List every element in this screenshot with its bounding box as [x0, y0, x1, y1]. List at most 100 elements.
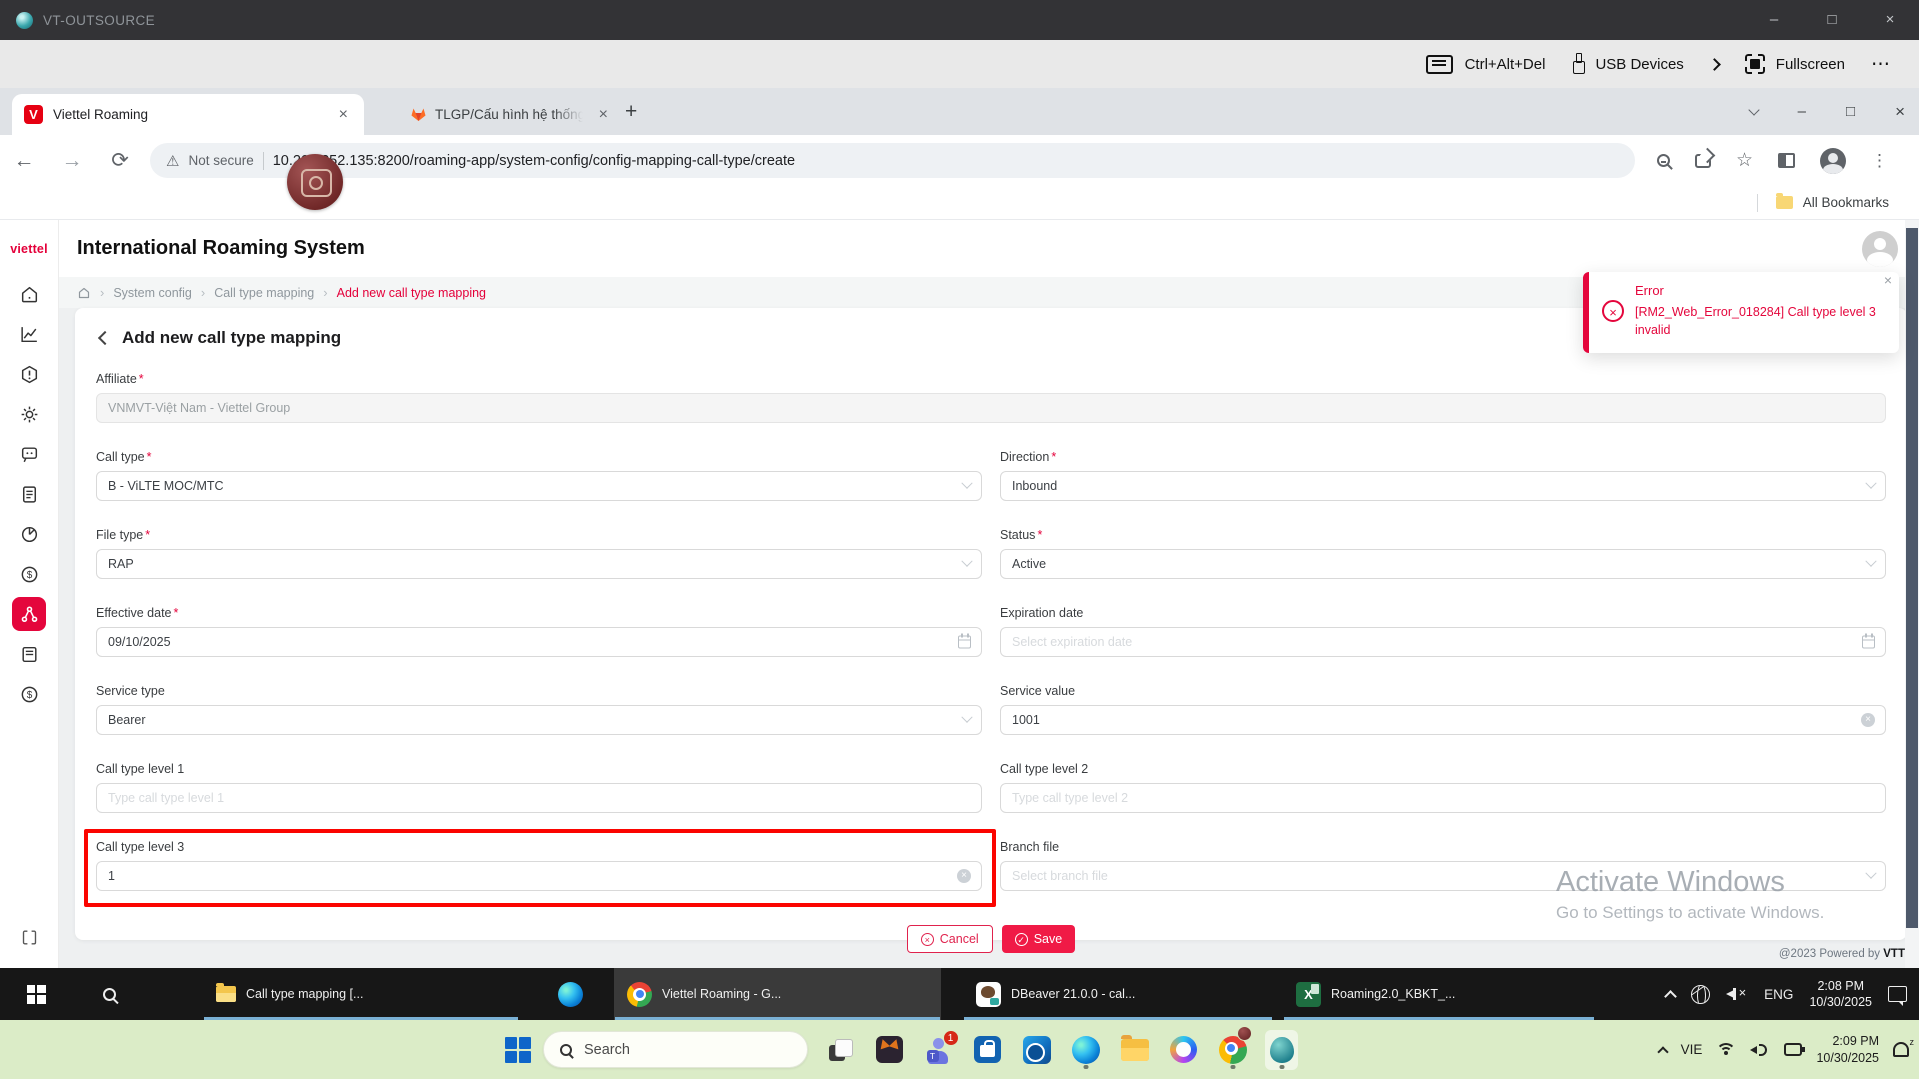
breadcrumb-call-type-mapping[interactable]: Call type mapping — [214, 286, 314, 300]
usb-devices-button[interactable]: USB Devices — [1571, 53, 1683, 75]
input-language[interactable]: VIE — [1681, 1042, 1703, 1057]
tab-search-icon[interactable] — [1748, 104, 1759, 115]
sidebar-item-documents[interactable] — [12, 477, 46, 511]
focus-assist-icon[interactable]: z — [1893, 1042, 1909, 1057]
tray-expand-icon[interactable] — [1657, 1046, 1668, 1057]
microsoft-store-button[interactable] — [971, 1030, 1004, 1070]
taskbar-app-excel[interactable]: X Roaming2.0_KBKT_... — [1283, 968, 1595, 1020]
file-type-select[interactable]: RAP — [96, 549, 982, 579]
game-app-button[interactable] — [873, 1030, 906, 1070]
affiliate-select[interactable]: VNMVT-Việt Nam - Viettel Group — [96, 393, 1886, 423]
taskbar-app-dbeaver[interactable]: DBeaver 21.0.0 - cal... — [963, 968, 1273, 1020]
sidebar-item-call-type-mapping[interactable] — [12, 597, 46, 631]
not-secure-warning-icon[interactable]: ⚠ — [166, 152, 179, 170]
toast-close-button[interactable]: × — [1884, 272, 1892, 288]
clear-icon[interactable]: × — [957, 869, 971, 883]
ctrl-alt-del-button[interactable]: Ctrl+Alt+Del — [1426, 55, 1546, 74]
input-language[interactable]: ENG — [1764, 987, 1793, 1002]
tab-close-icon[interactable]: × — [335, 106, 352, 124]
sidebar-item-finance[interactable]: $ — [12, 677, 46, 711]
service-value-input[interactable]: 1001× — [1000, 705, 1886, 735]
side-panel-icon[interactable] — [1778, 153, 1795, 168]
tab-close-icon[interactable]: × — [595, 106, 612, 124]
zoom-icon[interactable] — [1657, 154, 1670, 167]
task-view-button[interactable] — [824, 1030, 857, 1070]
back-button[interactable]: ← — [0, 149, 48, 173]
call-type-select[interactable]: B - ViLTE MOC/MTC — [96, 471, 982, 501]
sidebar-item-settings[interactable] — [12, 397, 46, 431]
sidebar-item-home[interactable] — [12, 277, 46, 311]
direction-select[interactable]: Inbound — [1000, 471, 1886, 501]
tab-tlgp[interactable]: TLGP/Cấu hình hệ thống/Call typ × — [352, 94, 612, 135]
save-button[interactable]: ✓Save — [1002, 925, 1076, 953]
remote-close-button[interactable]: × — [1861, 0, 1919, 40]
fullscreen-button[interactable]: Fullscreen — [1745, 54, 1845, 74]
remote-minimize-button[interactable]: – — [1745, 0, 1803, 40]
user-avatar[interactable] — [1862, 231, 1898, 267]
copilot-button[interactable] — [1167, 1030, 1200, 1070]
volume-icon[interactable] — [1750, 1042, 1770, 1058]
bookmark-star-icon[interactable]: ☆ — [1736, 149, 1753, 172]
sidebar-item-messages[interactable] — [12, 437, 46, 471]
call-type-level-1-input[interactable]: Type call type level 1 — [96, 783, 982, 813]
all-bookmarks-button[interactable]: All Bookmarks — [1803, 195, 1889, 210]
expiration-date-picker[interactable]: Select expiration date — [1000, 627, 1886, 657]
call-type-level-3-input[interactable]: 1× — [96, 861, 982, 891]
status-select[interactable]: Active — [1000, 549, 1886, 579]
host-chrome-button[interactable] — [1216, 1030, 1249, 1070]
remote-clock[interactable]: 2:08 PM10/30/2025 — [1809, 978, 1872, 1011]
sidebar-item-reports[interactable] — [12, 517, 46, 551]
browser-profile-avatar[interactable] — [1820, 148, 1846, 174]
action-center-icon[interactable] — [1888, 986, 1907, 1002]
toolbar-more-button[interactable]: ⋯ — [1871, 53, 1891, 76]
address-bar[interactable]: ⚠ Not secure 10.207.252.135:8200/roaming… — [150, 143, 1635, 178]
footer-brand: VTT — [1883, 948, 1905, 960]
reload-button[interactable]: ⟳ — [96, 148, 144, 173]
network-globe-icon[interactable] — [1691, 985, 1710, 1004]
remote-restore-button[interactable]: □ — [1803, 0, 1861, 40]
host-clock[interactable]: 2:09 PM10/30/2025 — [1816, 1033, 1879, 1066]
remote-start-button[interactable] — [0, 968, 72, 1020]
browser-minimize-button[interactable]: – — [1798, 103, 1806, 120]
volume-muted-icon[interactable] — [1726, 985, 1748, 1003]
wifi-icon[interactable] — [1716, 1043, 1736, 1057]
url-text[interactable]: 10.207.252.135:8200/roaming-app/system-c… — [273, 153, 795, 169]
call-type-value: B - ViLTE MOC/MTC — [108, 479, 224, 493]
battery-icon[interactable] — [1784, 1043, 1802, 1056]
tray-expand-icon[interactable] — [1664, 990, 1677, 1003]
taskbar-app-edge[interactable] — [545, 968, 596, 1020]
remote-search-button[interactable] — [72, 968, 147, 1020]
scrollbar-thumb[interactable] — [1906, 228, 1918, 928]
sidebar-collapse-button[interactable] — [12, 920, 46, 954]
tab-viettel-roaming[interactable]: V Viettel Roaming × — [12, 94, 364, 135]
call-type-level-2-input[interactable]: Type call type level 2 — [1000, 783, 1886, 813]
host-search-box[interactable]: Search — [543, 1031, 808, 1068]
clear-icon[interactable]: × — [1861, 713, 1875, 727]
sidebar-item-dashboard[interactable] — [12, 317, 46, 351]
new-tab-button[interactable]: + — [625, 100, 637, 124]
file-explorer-button[interactable] — [1118, 1030, 1151, 1070]
cancel-button[interactable]: ×Cancel — [907, 925, 993, 953]
taskbar-app-call-type-mapping[interactable]: Call type mapping [... — [203, 968, 519, 1020]
back-icon[interactable] — [98, 331, 112, 345]
share-icon[interactable] — [1695, 154, 1711, 168]
page-scrollbar[interactable] — [1905, 220, 1919, 968]
teams-button[interactable]: T1 — [922, 1030, 955, 1070]
breadcrumb-home-icon[interactable] — [77, 286, 91, 300]
effective-date-picker[interactable]: 09/10/2025 — [96, 627, 982, 657]
edge-button[interactable] — [1069, 1030, 1102, 1070]
service-type-select[interactable]: Bearer — [96, 705, 982, 735]
breadcrumb-system-config[interactable]: System config — [113, 286, 192, 300]
browser-close-button[interactable]: × — [1895, 102, 1905, 122]
forward-button[interactable]: → — [48, 149, 96, 173]
outlook-button[interactable] — [1020, 1030, 1053, 1070]
sidebar-item-logs[interactable] — [12, 637, 46, 671]
sidebar-item-billing[interactable]: $ — [12, 557, 46, 591]
toolbar-expand-icon[interactable] — [1708, 58, 1721, 71]
taskbar-app-chrome-active[interactable]: Viettel Roaming - G... — [614, 968, 941, 1020]
browser-restore-button[interactable]: □ — [1846, 103, 1855, 120]
host-start-button[interactable] — [505, 1037, 531, 1063]
remote-client-button[interactable] — [1265, 1030, 1298, 1070]
browser-menu-icon[interactable]: ⋮ — [1871, 151, 1888, 171]
sidebar-item-alerts[interactable] — [12, 357, 46, 391]
